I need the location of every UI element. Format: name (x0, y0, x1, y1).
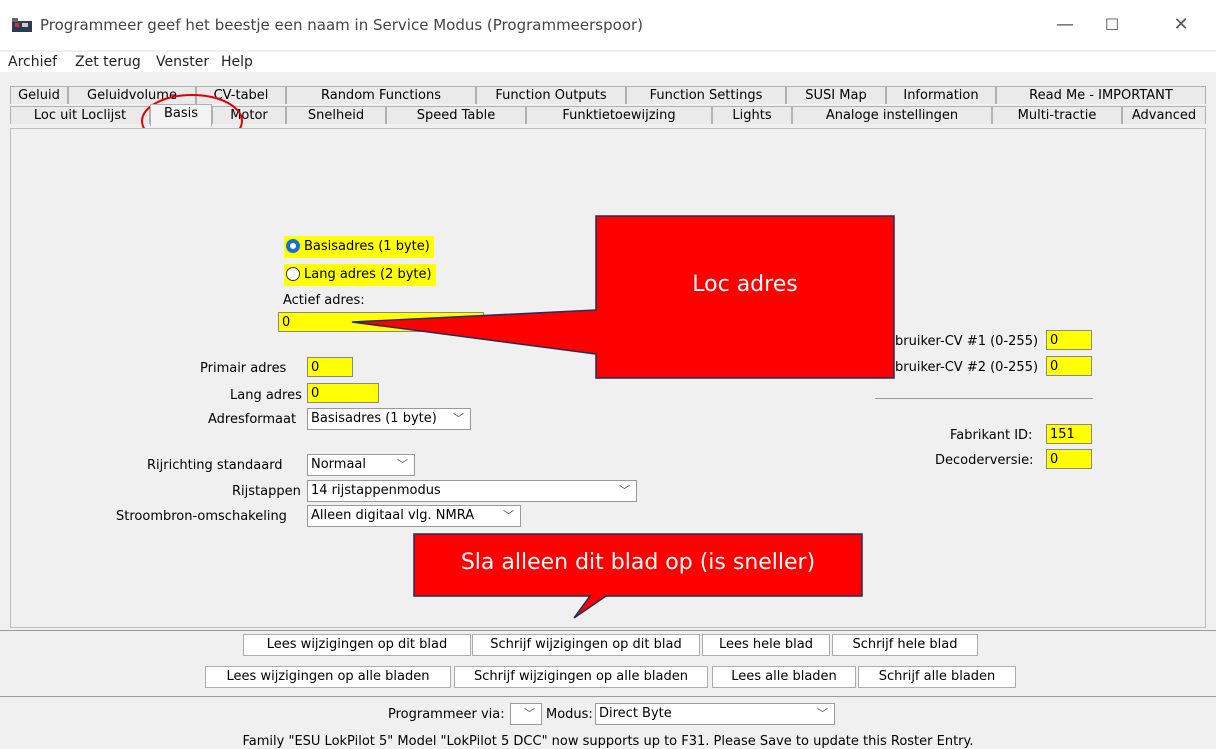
lees-wijzigingen-alle-button[interactable]: Lees wijzigingen op alle bladen (205, 666, 451, 688)
modus-label: Modus: (546, 707, 593, 722)
schrijf-alle-bladen-button[interactable]: Schrijf alle bladen (858, 666, 1016, 688)
lees-wijzigingen-blad-button[interactable]: Lees wijzigingen op dit blad (243, 634, 471, 656)
save-sheet-callout-text: Sla alleen dit blad op (is sneller) (460, 550, 816, 575)
programmeer-via-label: Programmeer via: (388, 707, 505, 722)
chevron-down-icon: ﹀ (524, 707, 535, 720)
schrijf-hele-blad-button[interactable]: Schrijf hele blad (832, 634, 978, 656)
loc-adres-callout-text: Loc adres (692, 272, 798, 297)
modus-value: Direct Byte (599, 706, 672, 721)
chevron-down-icon: ﹀ (817, 707, 828, 720)
button-area-divider (0, 630, 1216, 631)
tab-basis[interactable]: Basis (150, 104, 212, 126)
lees-alle-bladen-button[interactable]: Lees alle bladen (712, 666, 856, 688)
programmer-divider (0, 696, 1216, 697)
schrijf-wijzigingen-blad-button[interactable]: Schrijf wijzigingen op dit blad (472, 634, 700, 656)
programmeer-via-select[interactable]: ﹀ (510, 703, 542, 725)
modus-select[interactable]: Direct Byte ﹀ (595, 703, 835, 725)
lees-hele-blad-button[interactable]: Lees hele blad (702, 634, 830, 656)
schrijf-wijzigingen-alle-button[interactable]: Schrijf wijzigingen op alle bladen (454, 666, 708, 688)
